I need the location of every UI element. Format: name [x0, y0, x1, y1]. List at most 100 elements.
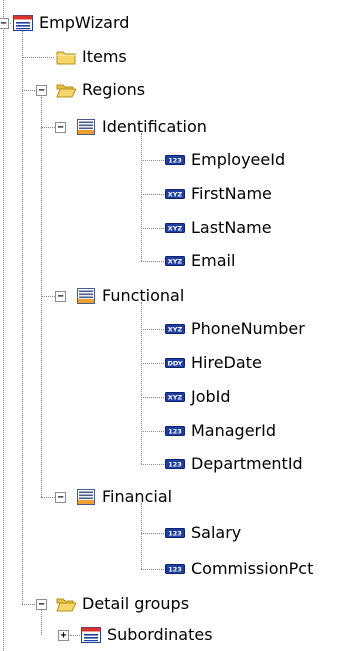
tree-node-departmentid[interactable]: 123 DepartmentId: [165, 451, 303, 477]
tree-line: [141, 503, 142, 569]
node-label: PhoneNumber: [191, 319, 305, 338]
tree-node-managerid[interactable]: 123 ManagerId: [165, 418, 276, 444]
tree-line: [141, 431, 164, 432]
number-item-icon: 123: [165, 459, 185, 469]
number-item-icon: 123: [165, 528, 185, 538]
tree-line: [22, 57, 54, 58]
collapse-toggle[interactable]: −: [0, 18, 9, 29]
tree-node-items[interactable]: Items: [56, 44, 127, 70]
node-label: FirstName: [191, 184, 272, 203]
tree-node-detail-groups[interactable]: Detail groups: [56, 591, 189, 617]
tree-line: [22, 30, 23, 604]
text-item-icon: XYZ: [165, 324, 185, 334]
collapse-toggle[interactable]: −: [36, 85, 47, 96]
collapse-toggle[interactable]: −: [55, 122, 66, 133]
collapse-toggle[interactable]: −: [55, 492, 66, 503]
tree-line: [41, 296, 55, 297]
node-label: Salary: [191, 523, 242, 542]
node-label: Email: [191, 251, 236, 270]
number-item-icon: 123: [165, 426, 185, 436]
tree-node-financial[interactable]: Financial: [76, 484, 172, 510]
tree-node-firstname[interactable]: XYZ FirstName: [165, 181, 272, 207]
tree-node-hiredate[interactable]: DDY HireDate: [165, 350, 262, 376]
tree-node-identification[interactable]: Identification: [76, 114, 207, 140]
region-icon: [77, 489, 95, 505]
tree-node-regions[interactable]: Regions: [56, 77, 145, 103]
text-item-icon: XYZ: [165, 256, 185, 266]
form-table-icon: [13, 15, 33, 31]
date-item-icon: DDY: [165, 358, 185, 368]
node-label: JobId: [191, 387, 231, 406]
tree-line: [141, 569, 164, 570]
folder-open-icon: [56, 84, 76, 98]
node-label: CommissionPct: [191, 559, 314, 578]
tree-node-subordinates[interactable]: Subordinates: [81, 622, 213, 648]
node-label: DepartmentId: [191, 454, 303, 473]
svg-text:XYZ: XYZ: [168, 394, 183, 402]
node-label: LastName: [191, 218, 272, 237]
tree-node-employeeid[interactable]: 123 EmployeeId: [165, 147, 285, 173]
tree-node-functional[interactable]: Functional: [76, 283, 184, 309]
tree-line: [141, 133, 142, 261]
text-item-icon: XYZ: [165, 189, 185, 199]
region-icon: [77, 288, 95, 304]
tree-line: [41, 127, 55, 128]
tree-line: [141, 363, 164, 364]
node-label: EmployeeId: [191, 150, 286, 169]
tree-line: [41, 497, 55, 498]
node-label: Functional: [102, 286, 185, 305]
text-item-icon: XYZ: [165, 392, 185, 402]
tree-node-phonenumber[interactable]: XYZ PhoneNumber: [165, 316, 305, 342]
tree-line: [141, 194, 164, 195]
text-item-icon: XYZ: [165, 223, 185, 233]
tree-line: [141, 397, 164, 398]
tree-line: [22, 604, 35, 605]
tree-line: [3, 0, 4, 651]
node-label: Financial: [102, 487, 173, 506]
collapse-toggle[interactable]: −: [55, 291, 66, 302]
tree-node-commissionpct[interactable]: 123 CommissionPct: [165, 556, 313, 582]
svg-text:DDY: DDY: [167, 360, 182, 368]
tree-line: [141, 302, 142, 464]
expand-toggle[interactable]: +: [58, 630, 69, 641]
node-label: HireDate: [191, 353, 262, 372]
tree-line: [141, 464, 164, 465]
tree-line: [70, 635, 80, 636]
node-label: Detail groups: [82, 594, 190, 613]
svg-text:123: 123: [168, 461, 182, 469]
tree-node-email[interactable]: XYZ Email: [165, 248, 235, 274]
folder-closed-icon: [56, 51, 76, 65]
tree-line: [41, 97, 42, 497]
tree-line: [141, 228, 164, 229]
tree-node-empwizard[interactable]: EmpWizard: [13, 10, 129, 36]
tree-line: [41, 610, 42, 635]
svg-text:123: 123: [168, 428, 182, 436]
collapse-toggle[interactable]: −: [36, 599, 47, 610]
node-label: Subordinates: [107, 625, 213, 644]
svg-text:123: 123: [168, 530, 182, 538]
form-table-icon: [81, 627, 101, 643]
tree-node-jobid[interactable]: XYZ JobId: [165, 384, 231, 410]
svg-text:123: 123: [168, 157, 182, 165]
tree-line: [141, 329, 164, 330]
number-item-icon: 123: [165, 155, 185, 165]
folder-open-icon: [56, 598, 76, 612]
number-item-icon: 123: [165, 564, 185, 574]
node-label: ManagerId: [191, 421, 277, 440]
region-icon: [77, 119, 95, 135]
tree-view[interactable]: − − − − − − + EmpWizard Items Regions Id…: [0, 0, 344, 651]
tree-line: [141, 533, 164, 534]
svg-text:XYZ: XYZ: [168, 326, 183, 334]
node-label: Regions: [82, 80, 146, 99]
node-label: EmpWizard: [39, 13, 130, 32]
svg-text:123: 123: [168, 566, 182, 574]
tree-line: [141, 160, 164, 161]
tree-line: [141, 261, 164, 262]
svg-text:XYZ: XYZ: [168, 258, 183, 266]
svg-text:XYZ: XYZ: [168, 191, 183, 199]
node-label: Items: [82, 47, 127, 66]
node-label: Identification: [102, 117, 207, 136]
tree-node-salary[interactable]: 123 Salary: [165, 520, 241, 546]
tree-node-lastname[interactable]: XYZ LastName: [165, 215, 272, 241]
svg-text:XYZ: XYZ: [168, 225, 183, 233]
